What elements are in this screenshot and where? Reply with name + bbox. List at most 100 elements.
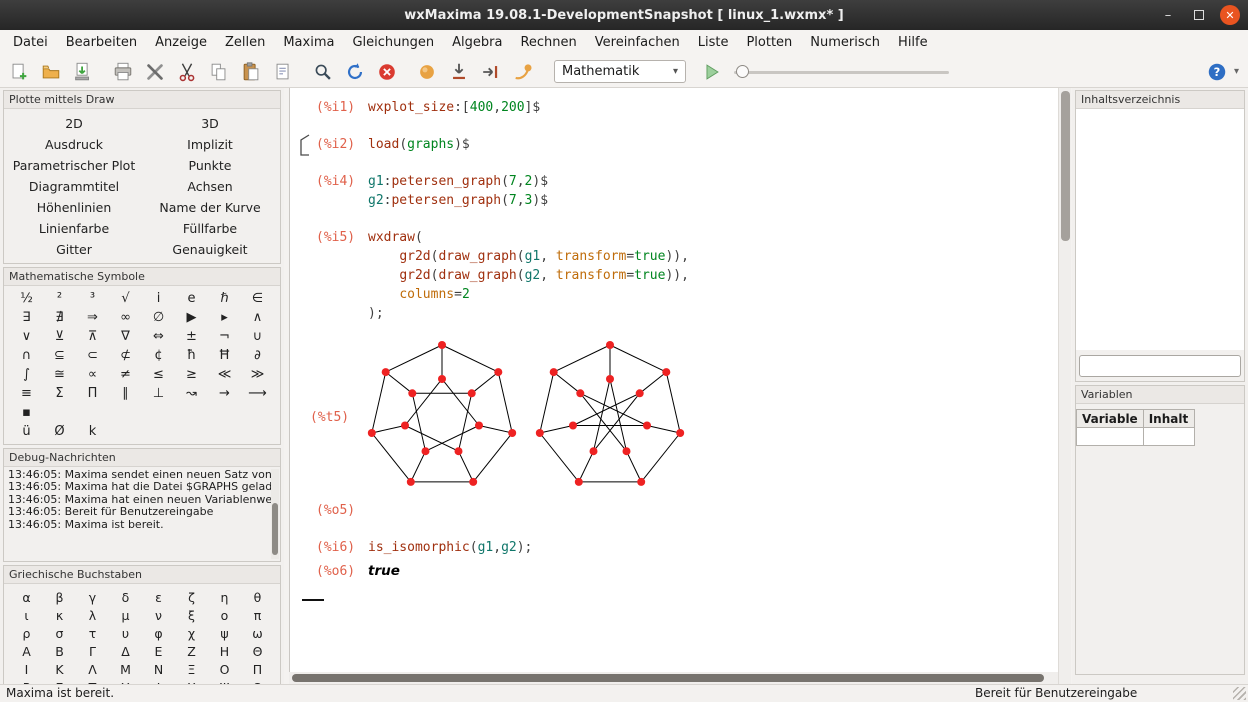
math-symbol[interactable]: ⇒ [76,308,109,327]
draw-button-parametrischer-plot[interactable]: Parametrischer Plot [6,155,142,176]
math-symbol[interactable]: ∃ [10,308,43,327]
toc-filter-input[interactable] [1079,355,1241,377]
debug-scrollbar-thumb[interactable] [272,503,278,555]
cut-button[interactable] [174,59,200,85]
toc-list[interactable] [1076,109,1244,350]
math-symbol[interactable]: ∪ [241,327,274,346]
math-symbol[interactable]: ħ [175,346,208,365]
menu-item-bearbeiten[interactable]: Bearbeiten [57,30,146,56]
draw-button-3d[interactable]: 3D [142,113,278,134]
math-symbol[interactable]: ≪ [208,365,241,384]
greek-letter[interactable]: λ [76,607,109,625]
math-symbol[interactable]: ⊻ [43,327,76,346]
play-button[interactable] [700,60,724,84]
math-symbol[interactable]: ∞ [109,308,142,327]
interrupt-button[interactable] [374,59,400,85]
vertical-scrollbar[interactable] [1058,88,1071,684]
menu-item-datei[interactable]: Datei [4,30,57,56]
greek-letter[interactable]: υ [109,625,142,643]
open-button[interactable] [38,59,64,85]
menu-item-numerisch[interactable]: Numerisch [801,30,889,56]
math-symbol[interactable]: ≡ [10,384,43,403]
variables-cell-value[interactable] [1143,428,1194,446]
greek-letter[interactable]: M [109,661,142,679]
math-symbol[interactable]: ▸ [208,308,241,327]
greek-letter[interactable]: γ [76,589,109,607]
greek-letter[interactable]: Γ [76,643,109,661]
jump-to-output-button[interactable] [446,59,472,85]
math-symbol[interactable]: → [208,384,241,403]
greek-letter[interactable]: θ [241,589,274,607]
vertical-scrollbar-thumb[interactable] [1061,91,1070,241]
math-symbol[interactable]: ≅ [43,365,76,384]
horizontal-scrollbar-thumb[interactable] [292,674,1044,682]
greek-letter[interactable]: π [241,607,274,625]
draw-button-f-llfarbe[interactable]: Füllfarbe [142,218,278,239]
worksheet-cursor[interactable] [302,599,324,601]
greek-letter[interactable]: β [43,589,76,607]
toolbar-overflow-button[interactable]: ▾ [1234,66,1239,77]
menu-item-liste[interactable]: Liste [689,30,738,56]
math-symbol[interactable]: ⊆ [43,346,76,365]
draw-button-gitter[interactable]: Gitter [6,239,142,260]
math-symbol[interactable]: ⊄ [109,346,142,365]
math-symbol[interactable]: Σ [43,384,76,403]
print-button[interactable] [110,59,136,85]
greek-letter[interactable]: η [208,589,241,607]
math-symbol[interactable]: ¢ [142,346,175,365]
math-symbol[interactable]: k [76,422,109,441]
draw-button-name-der-kurve[interactable]: Name der Kurve [142,197,278,218]
save-button[interactable] [70,59,96,85]
math-symbol[interactable]: ¬ [208,327,241,346]
draw-button-implizit[interactable]: Implizit [142,134,278,155]
greek-letter[interactable]: Λ [76,661,109,679]
slider-track[interactable] [734,71,949,74]
math-symbol[interactable]: ∨ [10,327,43,346]
greek-letter[interactable]: ν [142,607,175,625]
greek-letter[interactable]: ι [10,607,43,625]
math-symbol[interactable]: ⊥ [142,384,175,403]
greek-letter[interactable]: τ [76,625,109,643]
math-symbol[interactable]: ∇ [109,327,142,346]
math-symbol[interactable]: ∅ [142,308,175,327]
math-symbol[interactable]: ± [175,327,208,346]
menu-item-maxima[interactable]: Maxima [274,30,343,56]
greek-letter[interactable]: A [10,643,43,661]
menu-item-hilfe[interactable]: Hilfe [889,30,937,56]
greek-letter[interactable]: N [142,661,175,679]
restart-button[interactable] [342,59,368,85]
draw-button-punkte[interactable]: Punkte [142,155,278,176]
greek-letter[interactable]: K [43,661,76,679]
configure-button[interactable] [142,59,168,85]
math-symbol[interactable]: ∄ [43,308,76,327]
cell-code[interactable]: load(graphs)$ [368,135,470,154]
help-button[interactable]: ? [1205,60,1229,84]
menu-item-algebra[interactable]: Algebra [443,30,511,56]
math-symbol[interactable]: Ħ [208,346,241,365]
greek-letter[interactable]: Π [241,661,274,679]
resize-grip[interactable] [1233,687,1246,700]
worksheet[interactable]: (%i1)wxplot_size:[400,200]$(%i2)load(gra… [289,88,1058,672]
math-symbol[interactable]: ↝ [175,384,208,403]
variables-cell-name[interactable] [1077,428,1144,446]
debug-scrollbar[interactable] [271,469,279,559]
greek-letter[interactable]: Δ [109,643,142,661]
greek-letter[interactable]: ω [241,625,274,643]
menu-item-plotten[interactable]: Plotten [737,30,801,56]
math-symbol[interactable]: ⊼ [76,327,109,346]
cell-code[interactable]: wxplot_size:[400,200]$ [368,98,540,117]
greek-letter[interactable]: δ [109,589,142,607]
math-symbol[interactable]: ½ [10,289,43,308]
draw-button-ausdruck[interactable]: Ausdruck [6,134,142,155]
math-symbol[interactable]: ≫ [241,365,274,384]
menu-item-vereinfachen[interactable]: Vereinfachen [586,30,689,56]
cell-code[interactable]: is_isomorphic(g1,g2); [368,538,532,557]
math-symbol[interactable]: √ [109,289,142,308]
math-symbol[interactable]: ≥ [175,365,208,384]
greek-letter[interactable]: ξ [175,607,208,625]
math-symbol[interactable]: ü [10,422,43,441]
greek-letter[interactable]: α [10,589,43,607]
menu-item-rechnen[interactable]: Rechnen [511,30,585,56]
greek-letter[interactable]: μ [109,607,142,625]
cell-code[interactable]: wxdraw( gr2d(draw_graph(g1, transform=tr… [368,228,689,323]
